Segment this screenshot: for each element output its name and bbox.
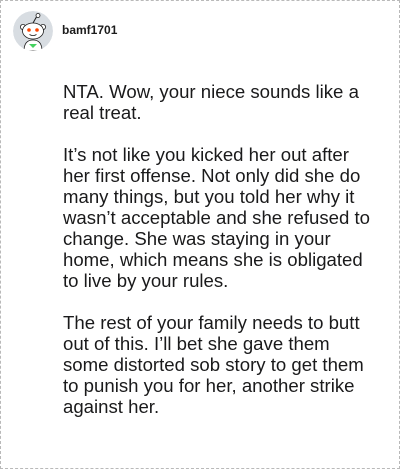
comment-author[interactable]: bamf1701 (62, 23, 117, 37)
comment-paragraph-1: NTA. Wow, your niece sounds like a real … (63, 81, 359, 123)
comment-card: bamf1701 NTA. Wow, your niece sounds lik… (0, 0, 400, 469)
reddit-snoo-avatar-icon[interactable] (13, 11, 53, 51)
comment-paragraph-2: It’s not like you kicked her out after h… (63, 144, 370, 291)
comment-paragraph-3: The rest of your family needs to butt ou… (63, 312, 364, 417)
comment-body: NTA. Wow, your niece sounds like a real … (63, 81, 375, 438)
comment-header: bamf1701 (13, 11, 117, 51)
